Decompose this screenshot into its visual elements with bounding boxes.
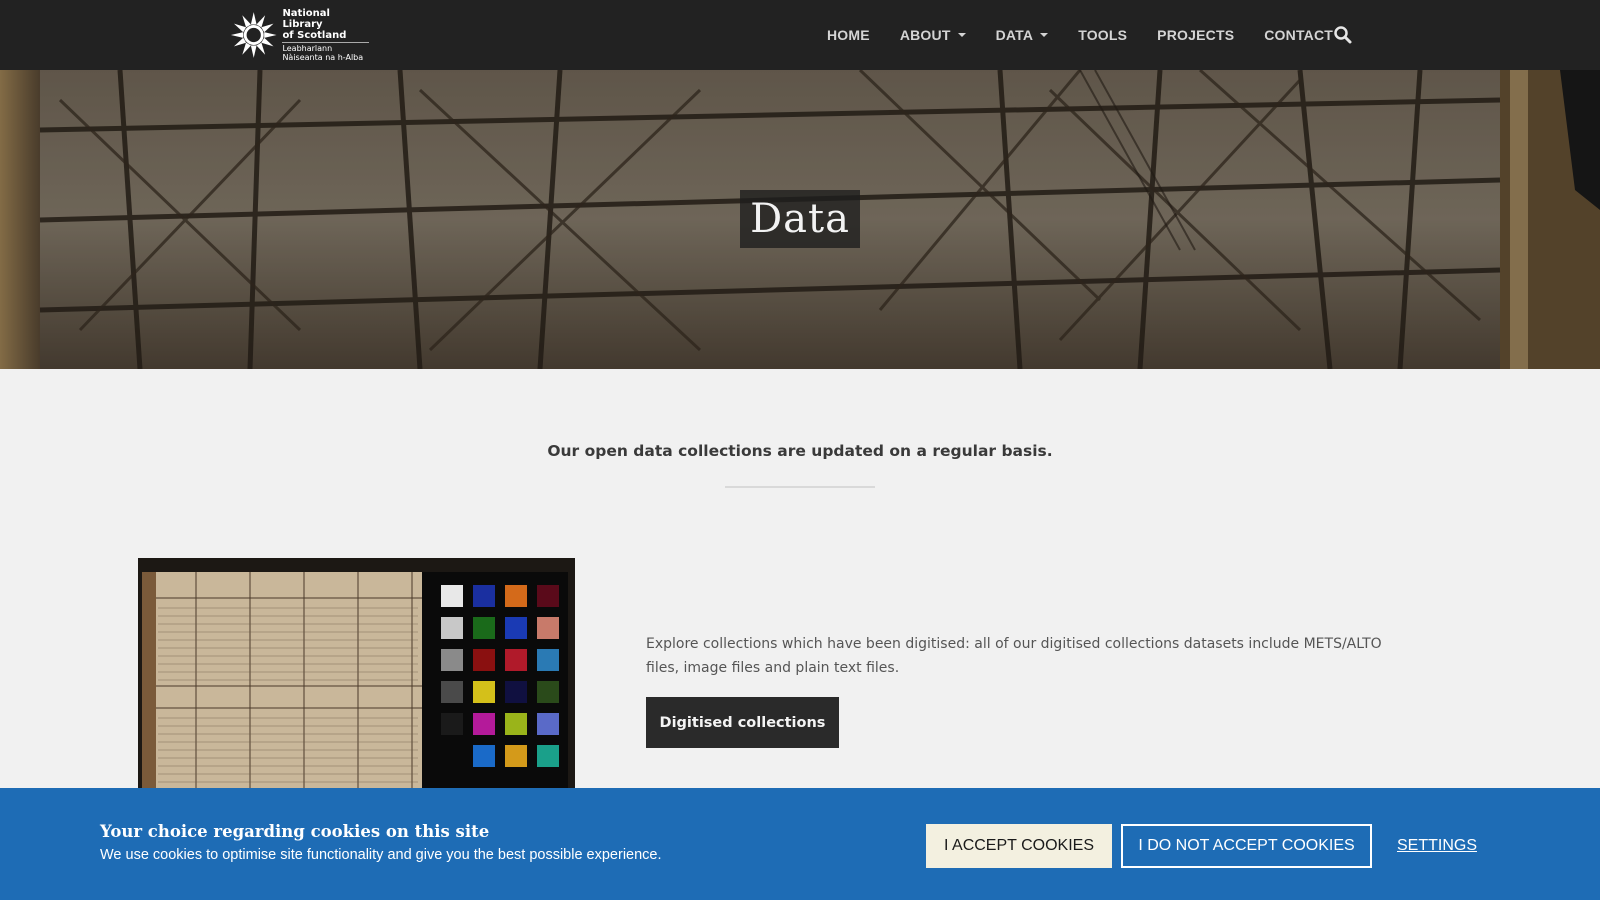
cookie-settings-link[interactable]: SETTINGS bbox=[1382, 824, 1492, 868]
nav-tools[interactable]: TOOLS bbox=[1063, 27, 1142, 43]
nls-star-icon bbox=[230, 12, 277, 58]
caret-down-icon bbox=[957, 33, 966, 37]
nav-projects-label: PROJECTS bbox=[1157, 27, 1235, 43]
ledger-colour-chart-image bbox=[138, 558, 575, 790]
decline-cookies-button[interactable]: I DO NOT ACCEPT COOKIES bbox=[1121, 824, 1372, 868]
search-icon bbox=[1334, 26, 1352, 44]
top-navbar: National Library of Scotland Leabharlann… bbox=[0, 0, 1600, 70]
accept-cookies-button[interactable]: I ACCEPT COOKIES bbox=[926, 824, 1112, 868]
nav-home-label: HOME bbox=[827, 27, 870, 43]
logo-line-1: National Library bbox=[282, 8, 330, 30]
intro-text: Our open data collections are updated on… bbox=[547, 442, 1053, 460]
nav-about-label: ABOUT bbox=[899, 27, 951, 43]
main-menu: HOME ABOUT DATA TOOLS PROJECTS CONTACT bbox=[812, 0, 1348, 70]
nav-about[interactable]: ABOUT bbox=[885, 27, 981, 43]
nav-contact-label: CONTACT bbox=[1264, 27, 1334, 43]
page-title: Data bbox=[740, 190, 860, 248]
nav-home[interactable]: HOME bbox=[812, 27, 885, 43]
logo-line-4: Nàiseanta na h-Alba bbox=[282, 53, 364, 62]
nav-data-label: DATA bbox=[995, 27, 1034, 43]
nav-projects[interactable]: PROJECTS bbox=[1142, 27, 1249, 43]
cookie-text: We use cookies to optimise site function… bbox=[100, 847, 662, 863]
collections-description: Explore collections which have been digi… bbox=[646, 636, 1382, 676]
collection-thumbnail[interactable] bbox=[138, 558, 575, 790]
logo-line-3: Leabharlann bbox=[282, 44, 333, 53]
cookie-title: Your choice regarding cookies on this si… bbox=[100, 822, 490, 841]
caret-down-icon bbox=[1040, 33, 1049, 37]
search-button[interactable] bbox=[1333, 25, 1353, 45]
nav-tools-label: TOOLS bbox=[1078, 27, 1128, 43]
nav-data[interactable]: DATA bbox=[981, 27, 1064, 43]
logo-line-2: of Scotland bbox=[282, 30, 369, 43]
nls-logo[interactable]: National Library of Scotland Leabharlann… bbox=[229, 8, 369, 62]
hero-banner: Data bbox=[0, 70, 1600, 369]
logo-wordmark: National Library of Scotland Leabharlann… bbox=[282, 8, 369, 62]
digitised-collections-button[interactable]: Digitised collections bbox=[646, 697, 839, 748]
section-divider bbox=[725, 486, 875, 488]
